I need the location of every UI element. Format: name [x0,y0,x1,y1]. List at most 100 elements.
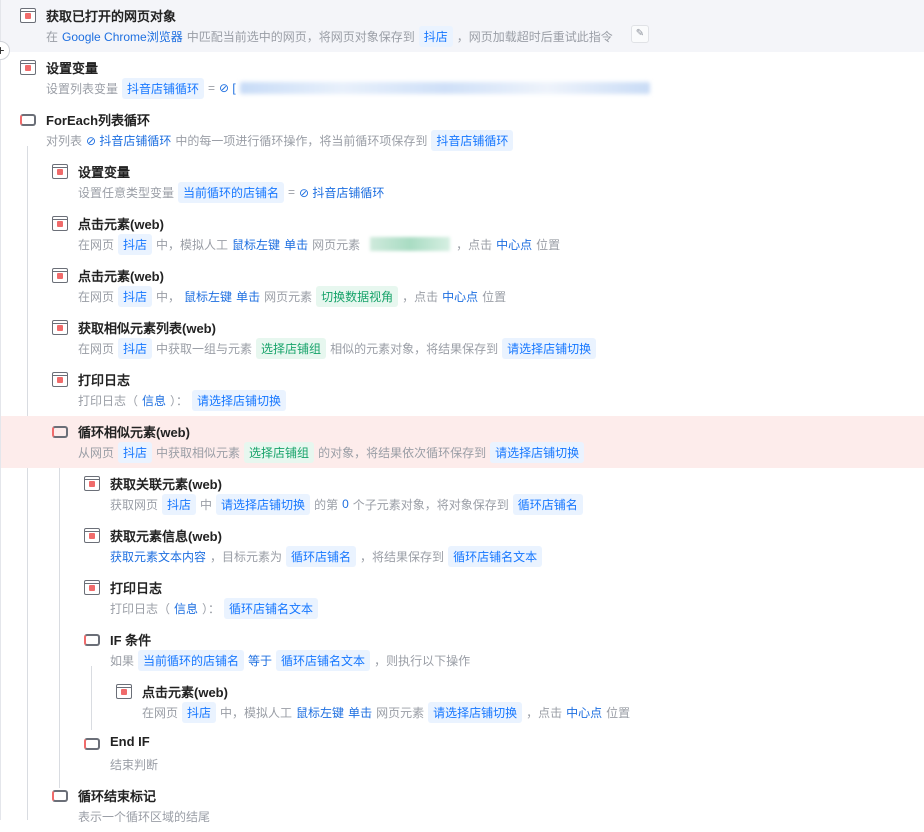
flow-step[interactable]: 点击元素(web) 在网页 抖店 中，模拟人工 鼠标左键 单击 网页元素 请选择店铺切换 ，点击… [1,676,924,728]
desc-text: 中获取相似元素 [156,445,241,460]
variable-chip[interactable]: 循环店铺名 [286,545,357,567]
param-link[interactable]: 中心点 [442,288,478,305]
step-description: 结束判断 [110,754,162,774]
param-link[interactable]: 鼠标左键 [296,704,344,721]
desc-text: 中 [200,497,213,512]
variable-chip[interactable]: 选择店铺组 [256,337,327,359]
param-link[interactable]: 获取元素文本内容 [110,548,206,565]
flow-step[interactable]: 获取关联元素(web) 获取网页 抖店中请选择店铺切换 的第 0 个子元素对象，将对象保存… [1,468,924,520]
variable-icon [20,60,36,75]
param-link[interactable]: 中心点 [496,236,532,253]
loop-icon [20,112,36,126]
flow-step[interactable]: 设置变量 设置列表变量 抖音店铺循环 = ⊘ [ [1,52,924,104]
step-description: 在网页 抖店 中，模拟人工 鼠标左键 单击 网页元素 请选择店铺切换 ，点击 中心点 位置 [142,701,634,723]
param-link[interactable]: 单击 [348,704,372,721]
variable-chip[interactable]: 抖店 [118,233,153,255]
if-icon [84,632,100,646]
param-link[interactable]: Google Chrome浏览器 [62,28,183,45]
flow-step[interactable]: 获取相似元素列表(web) 在网页 抖店 中获取一组与元素 选择店铺组 相似的元素对象，将… [1,312,924,364]
variable-chip[interactable]: 抖店 [418,25,453,47]
param-link[interactable]: 鼠标左键 [232,236,280,253]
flow-step[interactable]: ForEach列表循环 对列表 ⊘ 抖音店铺循环 中的每一项进行循环操作，将当前循环项… [1,104,924,156]
flow-step[interactable]: 点击元素(web) 在网页 抖店 中， 鼠标左键 单击 网页元素 切换数据视角 ，点击 中心点 位置 [1,260,924,312]
variable-chip[interactable]: 请选择店铺切换 [502,337,597,359]
flow-step[interactable]: 点击元素(web) 在网页 抖店 中，模拟人工 鼠标左键 单击 网页元素 ，点击 中心点 位置 [1,208,924,260]
variable-chip[interactable]: 请选择店铺切换 [490,441,585,463]
variable-chip[interactable]: 抖店 [182,701,217,723]
flow-step[interactable]: 打印日志 打印日志（ 信息 ）： 请选择店铺切换 [1,364,924,416]
flow-step[interactable]: 获取已打开的网页对象在 Google Chrome浏览器 中匹配当前选中的网页，将网… [1,0,924,52]
variable-chip[interactable]: 请选择店铺切换 [216,493,311,515]
element-info-icon [84,528,100,543]
step-description: 在网页 抖店 中， 鼠标左键 单击 网页元素 切换数据视角 ，点击 中心点 位置 [78,285,510,307]
variable-chip[interactable]: 循环店铺名文本 [276,649,371,671]
flow-step[interactable]: 获取元素信息(web) 获取元素文本内容 ，目标元素为 循环店铺名 ，将结果保存到 循环店… [1,520,924,572]
flow-step[interactable]: IF 条件 如果 当前循环的店铺名 等于 循环店铺名文本 ，则执行以下操作 [1,624,924,676]
desc-text: ）： [202,601,221,616]
desc-text: 位置 [606,705,631,720]
variable-chip[interactable]: 当前循环的店铺名 [178,181,285,203]
desc-text: 结束判断 [110,757,159,772]
desc-text: = [288,185,296,199]
variable-chip[interactable]: 选择店铺组 [244,441,315,463]
param-link[interactable]: 中心点 [566,704,602,721]
param-link[interactable]: ⊘ [ [219,81,236,95]
step-title: 打印日志 [78,373,131,388]
desc-text: 打印日志（ [110,601,171,616]
variable-chip[interactable]: 抖店 [162,493,197,515]
step-title: 设置变量 [46,61,99,76]
desc-text: 从网页 [78,445,115,460]
variable-chip[interactable]: 循环店铺名 [512,493,583,515]
variable-chip[interactable]: 循环店铺名文本 [448,545,543,567]
redacted-element[interactable] [370,237,451,251]
param-link[interactable]: 等于 [248,652,272,669]
note-icon[interactable]: ✎ [631,25,649,43]
step-description: 打印日志（ 信息 ）： 循环店铺名文本 [110,597,322,619]
param-link[interactable]: 信息 [174,600,198,617]
variable-chip[interactable]: 抖店 [118,285,153,307]
variable-chip[interactable]: 切换数据视角 [316,285,399,307]
desc-text: 个子元素对象，将对象保存到 [352,497,509,512]
desc-text: 中，模拟人工 [220,705,293,720]
step-description: 打印日志（ 信息 ）： 请选择店铺切换 [78,389,290,411]
variable-chip[interactable]: 抖音店铺循环 [122,77,205,99]
variable-chip[interactable]: 抖音店铺循环 [431,129,514,151]
flow-step[interactable]: 循环相似元素(web) 从网页 抖店 中获取相似元素 选择店铺组 的对象，将结果依次循环保… [1,416,924,468]
element-list-icon [52,320,68,335]
desc-text: 设置任意类型变量 [78,185,175,200]
variable-chip[interactable]: 循环店铺名文本 [224,597,319,619]
param-link[interactable]: 单击 [284,236,308,253]
variable-chip[interactable]: 抖店 [118,441,153,463]
flow-step[interactable]: 设置变量 设置任意类型变量 当前循环的店铺名 = ⊘ 抖音店铺循环 [1,156,924,208]
param-link[interactable]: ⊘ 抖音店铺循环 [86,132,171,149]
step-description: 如果 当前循环的店铺名 等于 循环店铺名文本 ，则执行以下操作 [110,649,474,671]
param-link[interactable]: ⊘ 抖音店铺循环 [299,184,384,201]
variable-chip[interactable]: 抖店 [118,337,153,359]
loop-end-icon [52,788,68,802]
param-link[interactable]: 信息 [142,392,166,409]
step-title: 点击元素(web) [78,269,164,284]
step-description: 在网页 抖店 中获取一组与元素 选择店铺组 相似的元素对象，将结果保存到 请选择店铺切换 [78,337,600,359]
desc-text: 设置列表变量 [46,81,119,96]
desc-text: ，点击 [402,289,439,304]
related-element-icon [84,476,100,491]
variable-chip[interactable]: 当前循环的店铺名 [138,649,245,671]
flow-step[interactable]: End IF 结束判断 [1,728,924,780]
variable-icon [52,164,68,179]
flow-step[interactable]: 循环结束标记 表示一个循环区域的结尾 [1,780,924,832]
param-link[interactable]: 单击 [236,288,260,305]
step-title: 循环相似元素(web) [78,425,190,440]
flow-step[interactable]: 打印日志 打印日志（ 信息 ）： 循环店铺名文本 [1,572,924,624]
desc-text: 相似的元素对象，将结果保存到 [330,341,499,356]
desc-text: ，将结果保存到 [360,549,445,564]
desc-text: 中的每一项进行循环操作，将当前循环项保存到 [175,133,428,148]
step-description: 获取元素文本内容 ，目标元素为 循环店铺名 ，将结果保存到 循环店铺名文本 [110,545,546,567]
step-description: 在网页 抖店 中，模拟人工 鼠标左键 单击 网页元素 ，点击 中心点 位置 [78,233,564,255]
variable-chip[interactable]: 请选择店铺切换 [192,389,287,411]
step-title: 获取关联元素(web) [110,477,222,492]
desc-text: 在网页 [78,341,115,356]
param-link[interactable]: 鼠标左键 [184,288,232,305]
desc-text: 的第 [314,497,339,512]
param-link[interactable]: 0 [342,497,349,511]
variable-chip[interactable]: 请选择店铺切换 [428,701,523,723]
